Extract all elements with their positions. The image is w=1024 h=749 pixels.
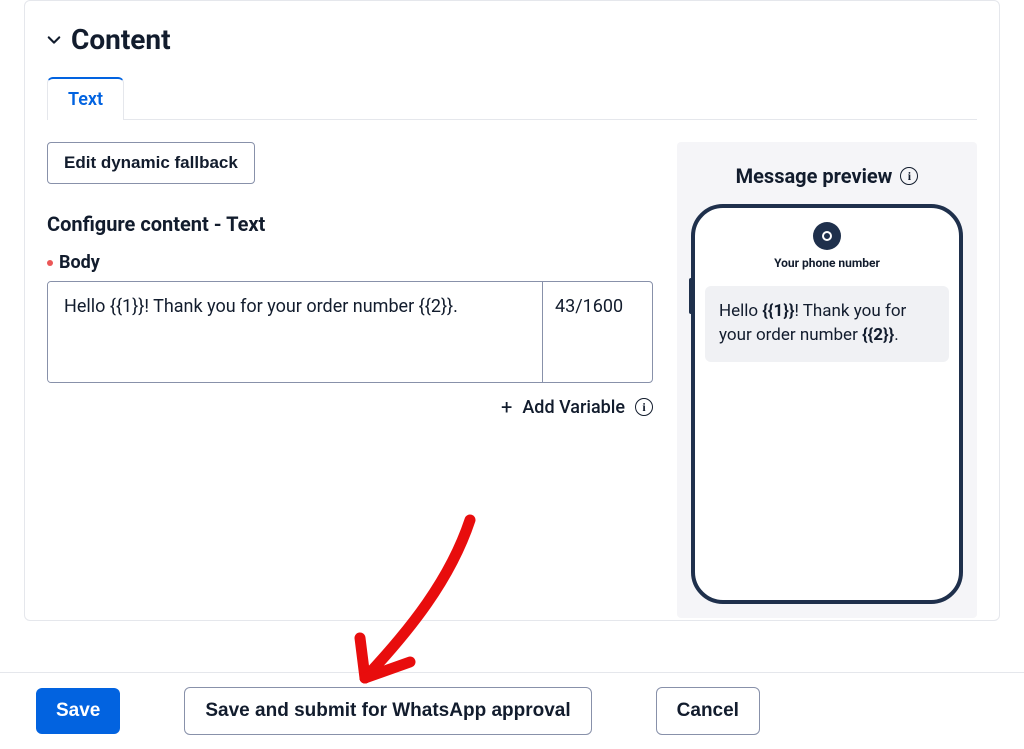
- save-and-submit-button[interactable]: Save and submit for WhatsApp approval: [184, 687, 591, 735]
- phone-frame: Your phone number Hello {{1}}! Thank you…: [691, 204, 963, 604]
- preview-bubble: Hello {{1}}! Thank you for your order nu…: [705, 286, 949, 362]
- char-count: 43/1600: [542, 282, 652, 382]
- tab-text[interactable]: Text: [47, 77, 124, 120]
- preview-text: .: [894, 325, 898, 345]
- phone-camera-icon: [813, 222, 841, 250]
- configure-heading: Configure content - Text: [47, 212, 653, 236]
- cancel-button[interactable]: Cancel: [656, 687, 760, 735]
- required-dot-icon: [47, 260, 53, 266]
- plus-icon: +: [501, 395, 512, 419]
- body-textarea[interactable]: [48, 282, 542, 382]
- body-label-text: Body: [59, 252, 100, 273]
- preview-title-row: Message preview i: [691, 164, 963, 188]
- info-icon[interactable]: i: [635, 398, 653, 416]
- add-variable-button[interactable]: + Add Variable i: [47, 395, 653, 419]
- preview-variable: {{1}}: [762, 301, 794, 321]
- section-header[interactable]: Content: [25, 1, 999, 68]
- save-button[interactable]: Save: [36, 688, 120, 734]
- message-preview-panel: Message preview i Your phone number Hell…: [677, 142, 977, 618]
- add-variable-label: Add Variable: [522, 397, 625, 418]
- edit-dynamic-fallback-button[interactable]: Edit dynamic fallback: [47, 142, 255, 184]
- phone-number-label: Your phone number: [705, 256, 949, 270]
- preview-variable: {{2}}: [862, 325, 894, 345]
- section-title: Content: [71, 23, 171, 56]
- tabs: Text: [47, 76, 977, 120]
- info-icon[interactable]: i: [900, 167, 918, 185]
- preview-text: Hello: [719, 301, 762, 321]
- footer-bar: Save Save and submit for WhatsApp approv…: [0, 672, 1024, 749]
- preview-title: Message preview: [736, 164, 893, 188]
- body-input-group: 43/1600: [47, 281, 653, 383]
- body-field-label: Body: [47, 252, 653, 273]
- chevron-down-icon: [47, 33, 61, 47]
